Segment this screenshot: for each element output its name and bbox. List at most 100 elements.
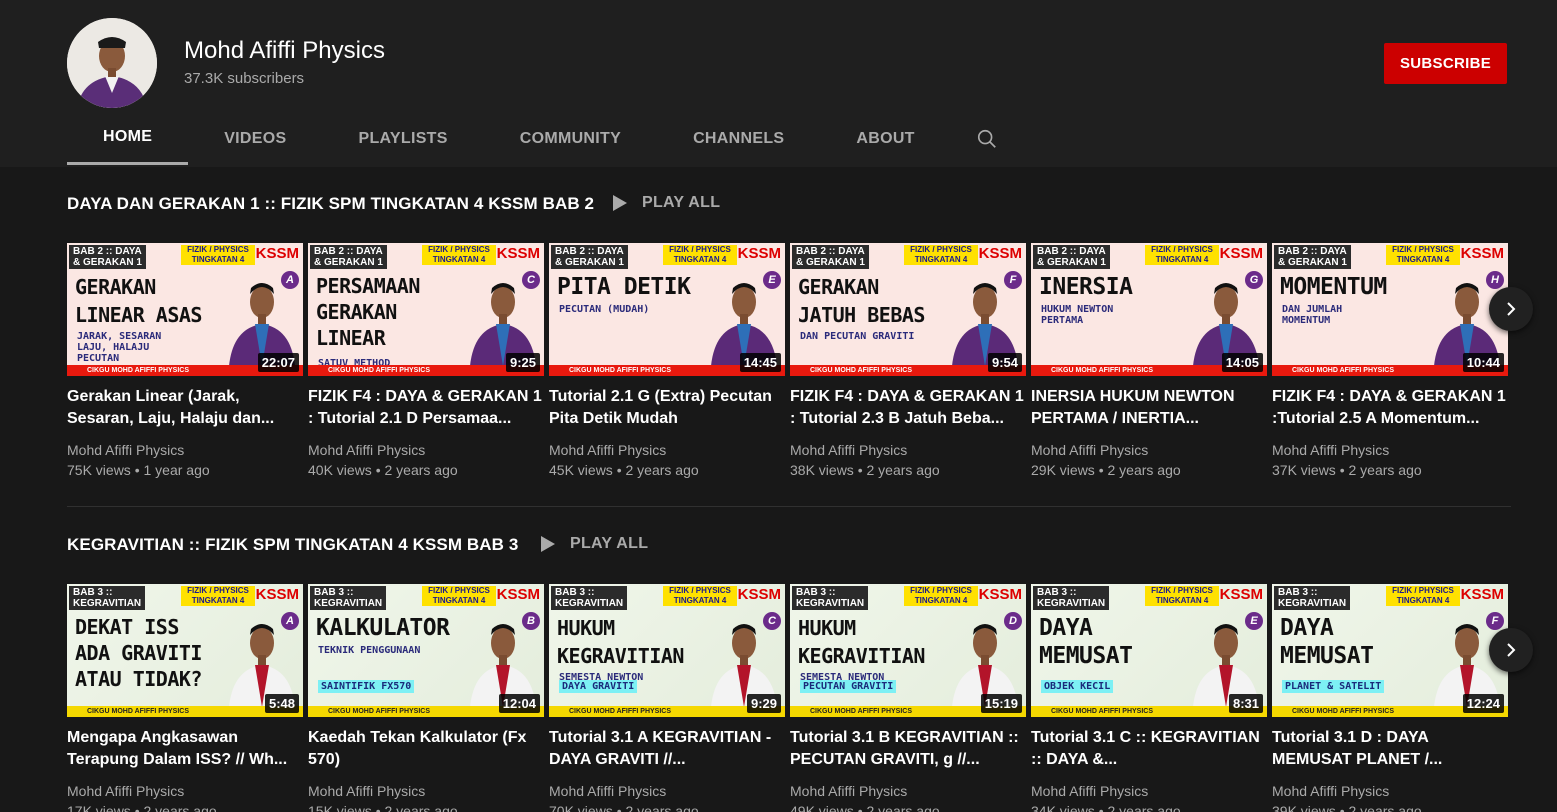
video-title[interactable]: Mengapa Angkasawan Terapung Dalam ISS? /…	[67, 727, 303, 771]
thumbnail-kssm-label: KSSM	[978, 586, 1022, 603]
video-card[interactable]: BAB 2 :: DAYA & GERAKAN 1 FIZIK / PHYSICS…	[67, 243, 303, 480]
thumbnail-tag: PECUTAN GRAVITI	[800, 680, 897, 693]
presenter-image	[952, 283, 1018, 366]
shelf-title[interactable]: KEGRAVITIAN :: FIZIK SPM TINGKATAN 4 KSS…	[67, 535, 518, 555]
tab-about[interactable]: ABOUT	[820, 112, 950, 165]
video-channel-name[interactable]: Mohd Afiffi Physics	[67, 781, 303, 801]
tab-home[interactable]: HOME	[67, 112, 189, 165]
video-channel-name[interactable]: Mohd Afiffi Physics	[549, 781, 785, 801]
tab-videos[interactable]: VIDEOS	[188, 112, 322, 165]
thumbnail-headline: GERAKAN JATUH BEBAS	[798, 275, 925, 327]
presenter-image	[229, 283, 295, 366]
video-thumbnail[interactable]: BAB 3 :: KEGRAVITIAN FIZIK / PHYSICS TING…	[308, 584, 544, 717]
thumbnail-subject-label: FIZIK / PHYSICS TINGKATAN 4	[1392, 586, 1454, 605]
thumbnail-headline: PERSAMAAN GERAKAN LINEAR	[316, 274, 420, 350]
play-all-button[interactable]: PLAY ALL	[540, 535, 648, 553]
video-meta: 49K views • 2 years ago	[790, 803, 940, 812]
video-channel-name[interactable]: Mohd Afiffi Physics	[1272, 440, 1508, 460]
thumbnail-chapter-badge: BAB 2 :: DAYA & GERAKAN 1	[310, 245, 387, 269]
video-title[interactable]: Kaedah Tekan Kalkulator (Fx 570)	[308, 727, 544, 771]
video-meta: 75K views • 1 year ago	[67, 462, 210, 478]
video-thumbnail[interactable]: BAB 3 :: KEGRAVITIAN FIZIK / PHYSICS TING…	[1272, 584, 1508, 717]
video-thumbnail[interactable]: BAB 2 :: DAYA & GERAKAN 1 FIZIK / PHYSICS…	[308, 243, 544, 376]
thumbnail-subject-label: FIZIK / PHYSICS TINGKATAN 4	[428, 586, 490, 605]
tab-channels[interactable]: CHANNELS	[657, 112, 820, 165]
next-arrow-button[interactable]	[1489, 628, 1533, 672]
thumbnail-chapter-badge: BAB 2 :: DAYA & GERAKAN 1	[1033, 245, 1110, 269]
shelf-divider	[67, 506, 1511, 507]
video-channel-name[interactable]: Mohd Afiffi Physics	[549, 440, 785, 460]
video-card[interactable]: BAB 3 :: KEGRAVITIAN FIZIK / PHYSICS TING…	[549, 584, 785, 812]
thumbnail-kssm-label: KSSM	[496, 245, 540, 262]
tab-playlists[interactable]: PLAYLISTS	[322, 112, 483, 165]
video-row: BAB 3 :: KEGRAVITIAN FIZIK / PHYSICS TING…	[67, 584, 1508, 812]
thumbnail-subject-label: FIZIK / PHYSICS TINGKATAN 4	[910, 586, 972, 605]
thumbnail-tag: DAYA GRAVITI	[559, 680, 638, 693]
channel-avatar[interactable]	[67, 18, 157, 108]
video-title[interactable]: Tutorial 3.1 A KEGRAVITIAN - DAYA GRAVIT…	[549, 727, 785, 771]
video-title[interactable]: Tutorial 3.1 C :: KEGRAVITIAN :: DAYA &.…	[1031, 727, 1267, 771]
thumbnail-tag: OBJEK KECIL	[1041, 680, 1114, 693]
video-card[interactable]: BAB 3 :: KEGRAVITIAN FIZIK / PHYSICS TING…	[308, 584, 544, 812]
thumbnail-chapter-badge: BAB 2 :: DAYA & GERAKAN 1	[1274, 245, 1351, 269]
video-channel-name[interactable]: Mohd Afiffi Physics	[790, 781, 1026, 801]
video-title[interactable]: Tutorial 2.1 G (Extra) Pecutan Pita Deti…	[549, 386, 785, 430]
play-all-button[interactable]: PLAY ALL	[612, 194, 720, 212]
thumbnail-chapter-badge: BAB 3 :: KEGRAVITIAN	[551, 586, 628, 610]
video-thumbnail[interactable]: BAB 2 :: DAYA & GERAKAN 1 FIZIK / PHYSICS…	[1031, 243, 1267, 376]
channel-search-button[interactable]	[951, 112, 1023, 165]
video-channel-name[interactable]: Mohd Afiffi Physics	[1031, 781, 1267, 801]
video-thumbnail[interactable]: BAB 2 :: DAYA & GERAKAN 1 FIZIK / PHYSICS…	[67, 243, 303, 376]
video-meta: 29K views • 2 years ago	[1031, 462, 1181, 478]
video-title[interactable]: Tutorial 3.1 B KEGRAVITIAN :: PECUTAN GR…	[790, 727, 1026, 771]
video-card[interactable]: BAB 3 :: KEGRAVITIAN FIZIK / PHYSICS TING…	[1031, 584, 1267, 812]
video-meta: 70K views • 2 years ago	[549, 803, 699, 812]
thumbnail-kssm-label: KSSM	[978, 245, 1022, 262]
subscribe-button[interactable]: SUBSCRIBE	[1384, 43, 1507, 84]
video-thumbnail[interactable]: BAB 2 :: DAYA & GERAKAN 1 FIZIK / PHYSICS…	[790, 243, 1026, 376]
video-card[interactable]: BAB 3 :: KEGRAVITIAN FIZIK / PHYSICS TING…	[67, 584, 303, 812]
video-card[interactable]: BAB 2 :: DAYA & GERAKAN 1 FIZIK / PHYSICS…	[549, 243, 785, 480]
video-title[interactable]: INERSIA HUKUM NEWTON PERTAMA / INERTIA..…	[1031, 386, 1267, 430]
video-thumbnail[interactable]: BAB 2 :: DAYA & GERAKAN 1 FIZIK / PHYSICS…	[1272, 243, 1508, 376]
thumbnail-headline: DAYA MEMUSAT	[1039, 615, 1133, 669]
chevron-right-icon	[1507, 302, 1516, 316]
video-title[interactable]: FIZIK F4 : DAYA & GERAKAN 1 : Tutorial 2…	[308, 386, 544, 430]
video-meta: 40K views • 2 years ago	[308, 462, 458, 478]
channel-tabs: HOME VIDEOS PLAYLISTS COMMUNITY CHANNELS…	[67, 112, 1023, 167]
thumbnail-subtext: DAN JUMLAH MOMENTUM	[1282, 304, 1343, 326]
presenter-image	[470, 624, 536, 707]
video-card[interactable]: BAB 2 :: DAYA & GERAKAN 1 FIZIK / PHYSICS…	[1272, 243, 1508, 480]
video-channel-name[interactable]: Mohd Afiffi Physics	[790, 440, 1026, 460]
tab-community[interactable]: COMMUNITY	[484, 112, 657, 165]
thumbnail-kssm-label: KSSM	[1219, 245, 1263, 262]
video-thumbnail[interactable]: BAB 3 :: KEGRAVITIAN FIZIK / PHYSICS TING…	[790, 584, 1026, 717]
video-channel-name[interactable]: Mohd Afiffi Physics	[1031, 440, 1267, 460]
thumbnail-chapter-badge: BAB 2 :: DAYA & GERAKAN 1	[69, 245, 146, 269]
channel-header: Mohd Afiffi Physics 37.3K subscribers SU…	[0, 0, 1557, 167]
video-meta: 15K views • 2 years ago	[308, 803, 458, 812]
video-card[interactable]: BAB 3 :: KEGRAVITIAN FIZIK / PHYSICS TING…	[790, 584, 1026, 812]
video-meta: 37K views • 2 years ago	[1272, 462, 1422, 478]
presenter-image	[1193, 624, 1259, 707]
video-title[interactable]: FIZIK F4 : DAYA & GERAKAN 1 :Tutorial 2.…	[1272, 386, 1508, 430]
video-card[interactable]: BAB 3 :: KEGRAVITIAN FIZIK / PHYSICS TING…	[1272, 584, 1508, 812]
video-channel-name[interactable]: Mohd Afiffi Physics	[67, 440, 303, 460]
video-thumbnail[interactable]: BAB 3 :: KEGRAVITIAN FIZIK / PHYSICS TING…	[1031, 584, 1267, 717]
video-thumbnail[interactable]: BAB 2 :: DAYA & GERAKAN 1 FIZIK / PHYSICS…	[549, 243, 785, 376]
video-title[interactable]: Tutorial 3.1 D : DAYA MEMUSAT PLANET /..…	[1272, 727, 1508, 771]
video-card[interactable]: BAB 2 :: DAYA & GERAKAN 1 FIZIK / PHYSICS…	[308, 243, 544, 480]
video-card[interactable]: BAB 2 :: DAYA & GERAKAN 1 FIZIK / PHYSICS…	[790, 243, 1026, 480]
video-channel-name[interactable]: Mohd Afiffi Physics	[1272, 781, 1508, 801]
channel-name: Mohd Afiffi Physics	[184, 37, 385, 64]
video-card[interactable]: BAB 2 :: DAYA & GERAKAN 1 FIZIK / PHYSICS…	[1031, 243, 1267, 480]
video-thumbnail[interactable]: BAB 3 :: KEGRAVITIAN FIZIK / PHYSICS TING…	[67, 584, 303, 717]
video-title[interactable]: Gerakan Linear (Jarak, Sesaran, Laju, Ha…	[67, 386, 303, 430]
video-channel-name[interactable]: Mohd Afiffi Physics	[308, 781, 544, 801]
video-title[interactable]: FIZIK F4 : DAYA & GERAKAN 1 : Tutorial 2…	[790, 386, 1026, 430]
video-channel-name[interactable]: Mohd Afiffi Physics	[308, 440, 544, 460]
play-icon	[613, 195, 627, 211]
shelf-title[interactable]: DAYA DAN GERAKAN 1 :: FIZIK SPM TINGKATA…	[67, 194, 594, 214]
next-arrow-button[interactable]	[1489, 287, 1533, 331]
video-thumbnail[interactable]: BAB 3 :: KEGRAVITIAN FIZIK / PHYSICS TING…	[549, 584, 785, 717]
